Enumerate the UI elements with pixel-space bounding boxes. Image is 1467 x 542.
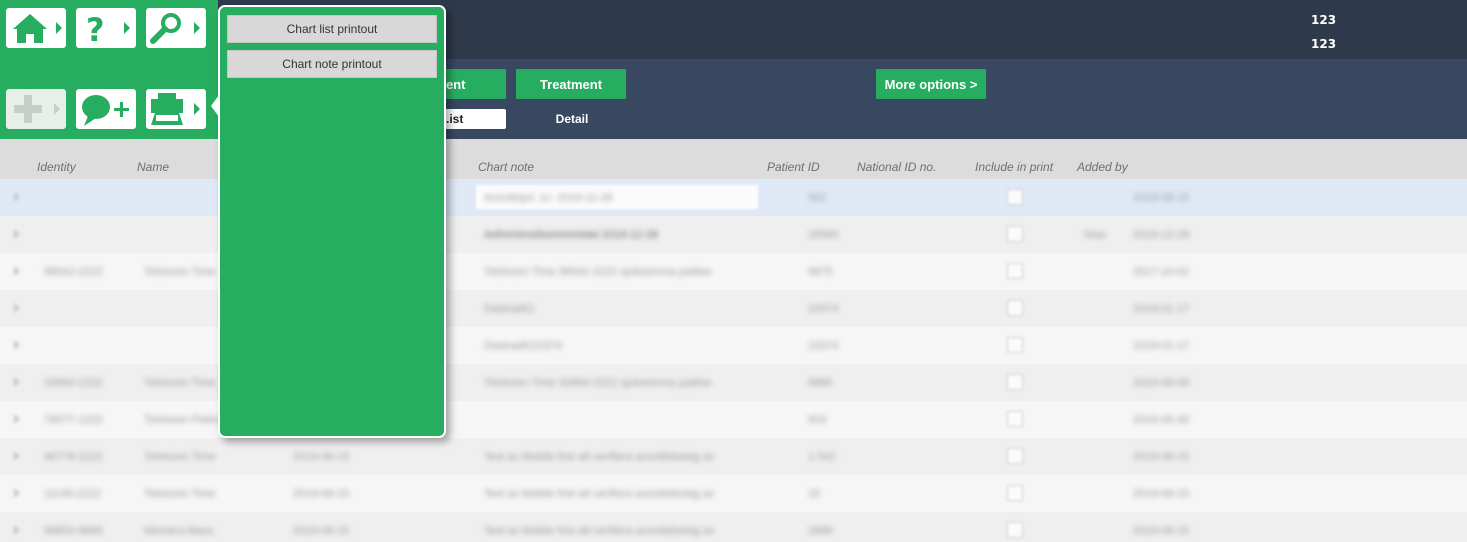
row-expand-icon[interactable] [14, 229, 20, 239]
more-options-button[interactable]: More options > [876, 69, 986, 99]
cell-patient-id: 9885 [808, 377, 833, 389]
column-chart-note[interactable]: Chart note [478, 160, 534, 174]
cell-date: 2019-08-15 [293, 488, 350, 500]
cell-identity: 33894-2222 [44, 377, 103, 389]
add-button[interactable] [6, 89, 66, 129]
cell-chart-note: Avfmmimsilsommmistel 2019-12-28 [484, 229, 659, 241]
cell-patient-id: 502 [808, 192, 827, 204]
home-button[interactable] [6, 8, 66, 48]
row-expand-icon[interactable] [14, 340, 20, 350]
cell-chart-note: Avsnittsjnl. 1c: 2019-11-28 [484, 192, 613, 204]
cell-chart-note: Dastrad61/2374 [484, 340, 563, 352]
print-button[interactable] [146, 89, 206, 129]
cell-patient-id: 1 542 [808, 451, 836, 463]
cell-patient-id: 23374 [808, 303, 839, 315]
print-options-dropdown: Chart list printout Chart note printout [218, 5, 446, 438]
tab-detail[interactable]: Detail [540, 109, 604, 129]
include-in-print-checkbox[interactable] [1007, 226, 1023, 242]
search-icon [150, 13, 200, 44]
tab-list[interactable]: .ist [440, 109, 506, 129]
svg-text:?: ? [86, 11, 105, 48]
help-button[interactable]: ? [76, 8, 136, 48]
include-in-print-checkbox[interactable] [1007, 374, 1023, 390]
table-row[interactable]: 98854-9899 Momera Mass 2019-08-15 Test av M… [0, 512, 1467, 542]
counter-1: 123 [1311, 13, 1337, 27]
cell-name: Tolvtoren Time [144, 377, 216, 389]
treatment-button[interactable]: Treatment [516, 69, 626, 99]
cell-chart-note: Dastrad61 [484, 303, 535, 315]
cell-added-date: 2019-08-15 [1133, 192, 1190, 204]
row-expand-icon[interactable] [14, 488, 20, 498]
column-include-in-print[interactable]: Include in print [975, 160, 1053, 174]
print-icon [151, 93, 200, 125]
column-name[interactable]: Name [137, 160, 169, 174]
row-expand-icon[interactable] [14, 266, 20, 276]
chart-list-printout-item[interactable]: Chart list printout [227, 15, 437, 43]
column-added-by[interactable]: Added by [1077, 160, 1128, 174]
cell-patient-id: 903 [808, 414, 827, 426]
row-expand-icon[interactable] [14, 303, 20, 313]
cell-identity: 46778-2222 [44, 451, 103, 463]
row-expand-icon[interactable] [14, 451, 20, 461]
add-note-icon [82, 95, 129, 126]
include-in-print-checkbox[interactable] [1007, 300, 1023, 316]
cell-chart-note: Test av Mobile frist att verifiera avsni… [484, 451, 715, 463]
cell-chart-note: Tolvtoren Time 98542-2222 sjuksemma pati… [484, 266, 712, 278]
column-patient-id[interactable]: Patient ID [767, 160, 820, 174]
cell-name: Tolvtoren Time [144, 266, 216, 278]
cell-patient-id: 9875 [808, 266, 833, 278]
cell-patient-id: 2889 [808, 525, 833, 537]
include-in-print-checkbox[interactable] [1007, 485, 1023, 501]
cell-name: Tolvtoren Time [144, 451, 216, 463]
cell-added-date: 2019-08-15 [1133, 525, 1190, 537]
cell-added-date: 2019-08-15 [1133, 488, 1190, 500]
cell-added-date: 2019-08-15 [1133, 451, 1190, 463]
include-in-print-checkbox[interactable] [1007, 411, 1023, 427]
cell-identity: 78077-1222 [44, 414, 103, 426]
help-icon: ? [86, 11, 130, 48]
cell-chart-note: Test av Mobile frist att verifiera avsni… [484, 488, 715, 500]
include-in-print-checkbox[interactable] [1007, 522, 1023, 538]
include-in-print-checkbox[interactable] [1007, 263, 1023, 279]
include-in-print-checkbox[interactable] [1007, 448, 1023, 464]
column-identity[interactable]: Identity [37, 160, 76, 174]
cell-patient-id: 23374 [808, 340, 839, 352]
cell-chart-note: Tolvtoren Time 33894-2222 sjuksemma pati… [484, 377, 712, 389]
row-expand-icon[interactable] [14, 192, 20, 202]
cell-added-date: 2019-01-17 [1133, 303, 1190, 315]
cell-name: Momera Mass [144, 525, 214, 537]
column-national-id[interactable]: National ID no. [857, 160, 936, 174]
cell-name: Tolvtoren Pekka [144, 414, 223, 426]
cell-patient-id: 28580 [808, 229, 839, 241]
dropdown-caret [211, 95, 219, 117]
search-button[interactable] [146, 8, 206, 48]
cell-identity: 11148-2222 [44, 488, 102, 500]
cell-added-date: 2019-01-17 [1133, 340, 1190, 352]
cell-patient-id: 15 [808, 488, 821, 500]
cell-name: Tolvtoren Time [144, 488, 216, 500]
cell-added-date: 2019-08-08 [1133, 377, 1190, 389]
tool-panel: ? [0, 0, 218, 139]
add-icon [14, 95, 60, 123]
cell-identity: 98854-9899 [44, 525, 103, 537]
add-note-button[interactable] [76, 89, 136, 129]
row-expand-icon[interactable] [14, 377, 20, 387]
chart-note-printout-item[interactable]: Chart note printout [227, 50, 437, 78]
table-row[interactable]: 46778-2222 Tolvtoren Time 2019-08-15 Test a… [0, 438, 1467, 475]
cell-added-date: 2017-10-02 [1133, 266, 1190, 278]
cell-date: 2019-08-15 [293, 451, 350, 463]
cell-added-date: 2019-05-30 [1133, 414, 1190, 426]
cell-date: 2019-08-15 [293, 525, 350, 537]
cell-added-by: Nias [1084, 229, 1107, 241]
counter-2: 123 [1311, 37, 1337, 51]
include-in-print-checkbox[interactable] [1007, 337, 1023, 353]
include-in-print-checkbox[interactable] [1007, 189, 1023, 205]
row-expand-icon[interactable] [14, 414, 20, 424]
home-icon [13, 14, 62, 43]
row-expand-icon[interactable] [14, 525, 20, 535]
cell-chart-note: Test av Mobile frist att verifiera avsni… [484, 525, 715, 537]
cell-added-date: 2019-12-28 [1133, 229, 1190, 241]
cell-identity: 98542-2222 [44, 266, 103, 278]
table-row[interactable]: 11148-2222 Tolvtoren Time 2019-08-15 Test a… [0, 475, 1467, 512]
